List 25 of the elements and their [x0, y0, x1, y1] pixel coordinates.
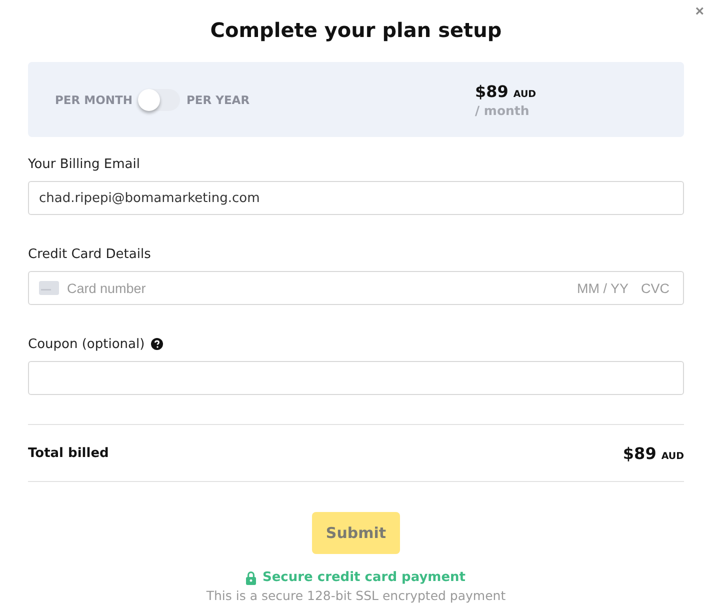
secure-payment-text: Secure credit card payment — [262, 570, 466, 585]
billing-toggle[interactable] — [138, 88, 180, 110]
total-label: Total billed — [28, 446, 109, 460]
dialog-title: Complete your plan setup — [209, 17, 503, 44]
currency: AUD — [661, 450, 684, 462]
expiry-input[interactable]: MM / YY — [577, 280, 633, 296]
help-icon[interactable] — [150, 338, 163, 350]
currency: AUD — [513, 88, 536, 100]
close-button[interactable]: × — [693, 4, 706, 20]
card-field[interactable]: Card number MM / YY CVC — [28, 271, 684, 305]
lock-icon — [246, 570, 256, 584]
total-price: $89 — [622, 444, 656, 462]
price: $89 — [475, 82, 508, 100]
price-period: / month — [475, 102, 530, 118]
card-number-input[interactable]: Card number — [67, 280, 569, 296]
security-note: This is a secure 128-bit SSL encrypted payment — [205, 588, 507, 603]
credit-card-icon — [39, 281, 59, 295]
field-label: Credit Card Details — [28, 246, 151, 262]
field-label: Your Billing Email — [28, 156, 140, 172]
cvc-input[interactable]: CVC — [641, 280, 673, 296]
input-field[interactable] — [28, 361, 684, 395]
field-label: Coupon (optional) — [28, 336, 145, 352]
billing-label: PER MONTH — [55, 92, 132, 106]
input-field[interactable]: chad.ripepi@bomamarketing.com — [28, 181, 684, 215]
billing-label: PER YEAR — [186, 92, 250, 106]
